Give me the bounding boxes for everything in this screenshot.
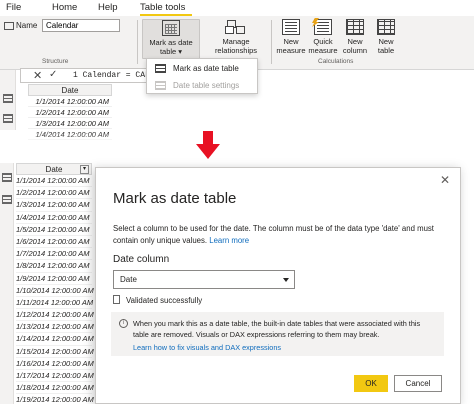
validation-status: Validated successfully bbox=[113, 295, 202, 305]
down-arrow-icon bbox=[196, 131, 220, 161]
column-icon bbox=[346, 19, 364, 35]
name-icon bbox=[4, 22, 14, 30]
table-name-input[interactable] bbox=[42, 19, 120, 32]
menu-file[interactable]: File bbox=[6, 2, 21, 13]
table-row: 1/2/2014 12:00:00 AM bbox=[16, 187, 92, 200]
manage-relationships-button[interactable]: Manage relationships bbox=[206, 19, 266, 55]
commit-formula-icon[interactable]: ✓ bbox=[49, 69, 57, 80]
menu-bar: File Home Help Table tools bbox=[0, 0, 474, 14]
mark-as-date-table-dialog: ✕ Mark as date table Select a column to … bbox=[95, 167, 461, 404]
quick-measure-button[interactable]: Quick measure bbox=[308, 19, 338, 55]
new-table-label: New table bbox=[377, 37, 395, 55]
view-switcher bbox=[0, 70, 16, 130]
dropdown-item-label: Mark as date table bbox=[173, 64, 239, 73]
table-row: 1/9/2014 12:00:00 AM bbox=[16, 273, 92, 285]
info-icon: i bbox=[119, 319, 128, 328]
table-row: 1/3/2014 12:00:00 AM bbox=[28, 118, 112, 129]
model-view-icon[interactable] bbox=[3, 114, 13, 123]
quick-measure-icon bbox=[314, 19, 332, 35]
info-text: When you mark this as a date table, the … bbox=[133, 319, 421, 339]
name-label: Name bbox=[16, 21, 38, 30]
new-column-label: New column bbox=[342, 37, 368, 55]
manage-relationships-label: Manage relationships bbox=[214, 37, 258, 55]
data-view-icon[interactable] bbox=[2, 173, 12, 182]
date-column-value: Date bbox=[120, 275, 137, 284]
new-column-button[interactable]: New column bbox=[340, 19, 370, 55]
table-icon bbox=[377, 19, 395, 35]
ribbon-separator bbox=[137, 20, 138, 64]
menu-help[interactable]: Help bbox=[98, 2, 118, 13]
table-row: 1/3/2014 12:00:00 AM bbox=[16, 199, 92, 212]
view-switcher bbox=[0, 163, 14, 404]
mark-as-date-table-label: Mark as date table bbox=[149, 38, 193, 56]
structure-group-label: Structure bbox=[42, 58, 69, 65]
table-row: 1/12/2014 12:00:00 AM bbox=[16, 309, 94, 322]
fade-overlay bbox=[0, 132, 474, 152]
fix-visuals-link[interactable]: Learn how to fix visuals and DAX express… bbox=[133, 343, 281, 352]
dropdown-item-mark-as-date-table[interactable]: Mark as date table bbox=[147, 60, 257, 77]
info-banner: i When you mark this as a date table, th… bbox=[111, 312, 444, 356]
table-icon bbox=[155, 64, 166, 73]
new-table-button[interactable]: New table bbox=[372, 19, 400, 55]
chevron-down-icon bbox=[283, 278, 289, 282]
table-row: 1/6/2014 12:00:00 AM bbox=[16, 236, 92, 249]
table-row: 1/14/2014 12:00:00 AM bbox=[16, 333, 94, 346]
table-row: 1/13/2014 12:00:00 AM bbox=[16, 321, 94, 334]
table-row: 1/4/2014 12:00:00 AM bbox=[16, 212, 92, 224]
table-row: 1/18/2014 12:00:00 AM bbox=[16, 382, 94, 395]
mark-as-date-table-dropdown: Mark as date table Date table settings bbox=[146, 58, 258, 94]
calculations-group-label: Calculations bbox=[318, 58, 354, 65]
table-row: 1/16/2014 12:00:00 AM bbox=[16, 358, 94, 370]
cancel-button[interactable]: Cancel bbox=[394, 375, 442, 392]
data-view-icon[interactable] bbox=[3, 94, 13, 103]
table-row: 1/10/2014 12:00:00 AM bbox=[16, 285, 94, 297]
table-row: 1/7/2014 12:00:00 AM bbox=[16, 248, 92, 261]
filter-dropdown-icon[interactable]: ▾ bbox=[80, 165, 89, 174]
ribbon-separator bbox=[271, 20, 272, 64]
table-row: 1/19/2014 12:00:00 AM bbox=[16, 394, 94, 404]
close-icon[interactable]: ✕ bbox=[440, 173, 450, 187]
column-header-date[interactable]: Date ▾ bbox=[16, 163, 92, 175]
table-row: 1/2/2014 12:00:00 AM bbox=[28, 107, 112, 118]
table-row: 1/5/2014 12:00:00 AM bbox=[16, 224, 92, 236]
cancel-formula-icon[interactable]: ✕ bbox=[33, 69, 42, 82]
new-measure-label: New measure bbox=[276, 37, 306, 55]
data-grid-bottom: Date ▾ 1/1/2014 12:00:00 AM 1/2/2014 12:0… bbox=[16, 163, 94, 404]
validation-text: Validated successfully bbox=[126, 296, 203, 305]
table-row: 1/8/2014 12:00:00 AM bbox=[16, 260, 92, 273]
column-header-date[interactable]: Date bbox=[28, 84, 112, 96]
table-row: 1/1/2014 12:00:00 AM bbox=[16, 175, 92, 188]
dropdown-item-date-table-settings: Date table settings bbox=[147, 77, 257, 94]
calculator-icon bbox=[282, 19, 300, 35]
relationships-icon bbox=[227, 19, 245, 35]
table-row: 1/17/2014 12:00:00 AM bbox=[16, 370, 94, 383]
date-column-label: Date column bbox=[113, 254, 170, 265]
calendar-icon bbox=[162, 20, 180, 36]
dialog-description: Select a column to be used for the date.… bbox=[113, 223, 453, 247]
date-column-select[interactable]: Date bbox=[113, 270, 295, 289]
dialog-title: Mark as date table bbox=[113, 190, 237, 207]
menu-table-tools[interactable]: Table tools bbox=[140, 2, 185, 13]
new-measure-button[interactable]: New measure bbox=[276, 19, 306, 55]
column-header-label: Date bbox=[45, 165, 63, 174]
dropdown-item-label: Date table settings bbox=[173, 81, 240, 90]
mark-as-date-table-button[interactable]: Mark as date table ▾ bbox=[142, 19, 200, 59]
menu-home[interactable]: Home bbox=[52, 2, 77, 13]
column-header-label: Date bbox=[61, 86, 79, 95]
learn-more-link[interactable]: Learn more bbox=[209, 236, 249, 245]
formula-bar[interactable]: ✕ ✓ 1 Calendar = CALENDAR( bbox=[20, 68, 179, 83]
table-row: 1/15/2014 12:00:00 AM bbox=[16, 346, 94, 358]
model-view-icon[interactable] bbox=[2, 195, 12, 204]
document-icon bbox=[113, 295, 120, 304]
ok-button[interactable]: OK bbox=[354, 375, 388, 392]
table-row: 1/1/2014 12:00:00 AM bbox=[28, 96, 112, 107]
table-row: 1/11/2014 12:00:00 AM bbox=[16, 297, 93, 310]
description-text: Select a column to be used for the date.… bbox=[113, 224, 434, 245]
table-icon bbox=[155, 81, 166, 90]
quick-measure-label: Quick measure bbox=[308, 37, 338, 55]
